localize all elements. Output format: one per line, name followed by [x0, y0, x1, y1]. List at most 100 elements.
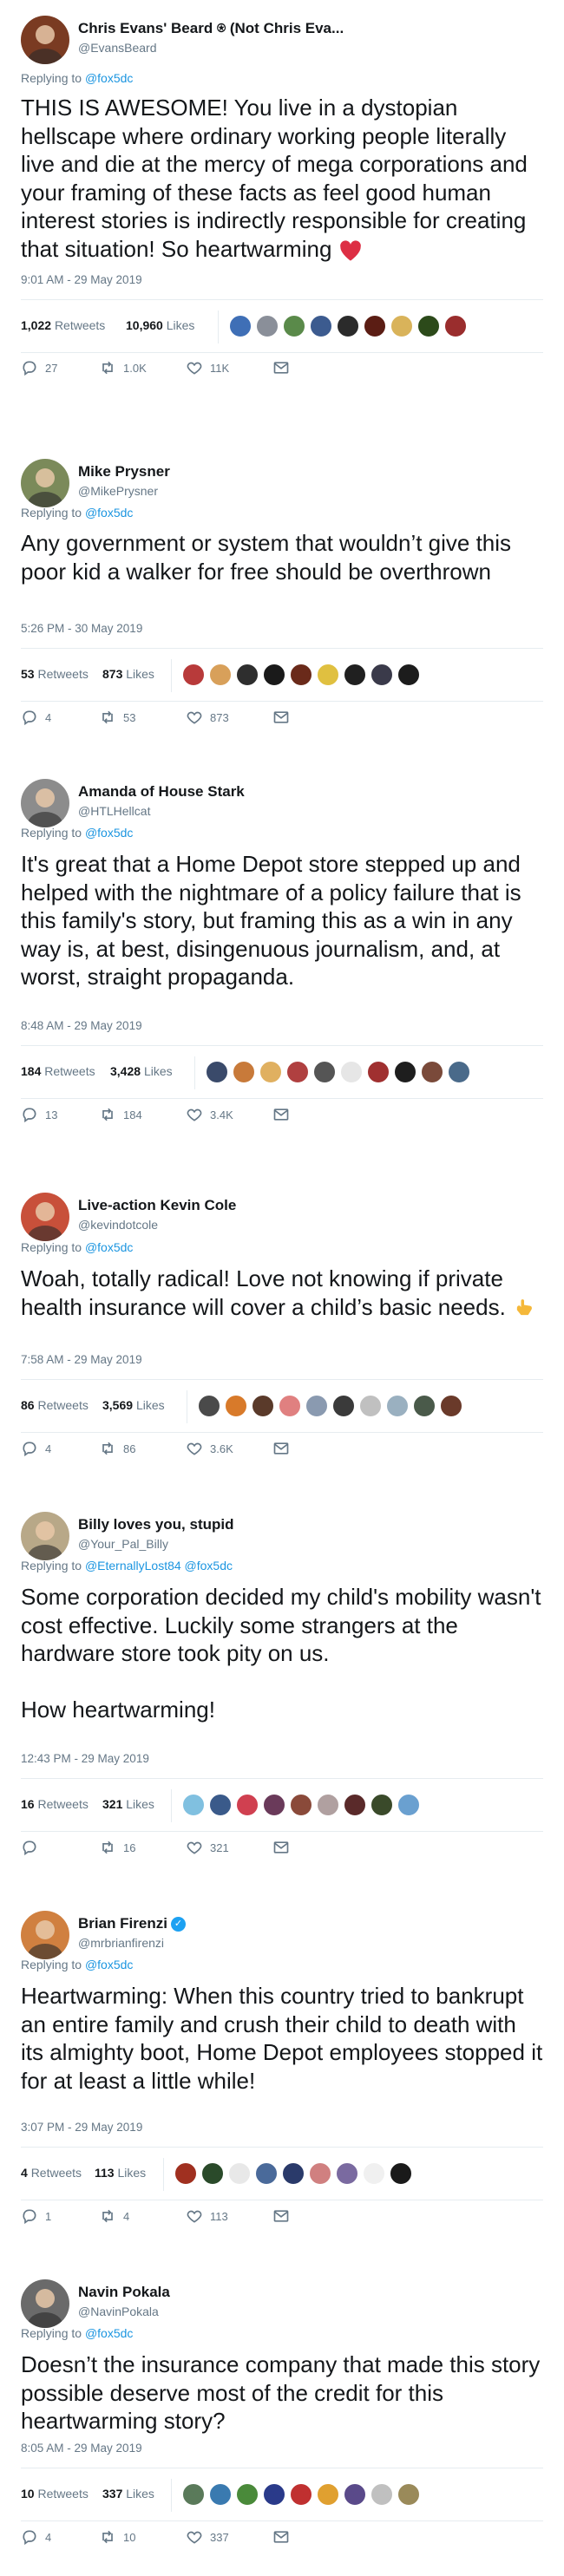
- display-name[interactable]: Live-action Kevin Cole: [78, 1197, 236, 1214]
- retweet-stat[interactable]: 53 Retweets: [21, 667, 89, 681]
- liker-avatar[interactable]: [208, 2482, 233, 2507]
- liker-avatar[interactable]: [259, 1060, 283, 1084]
- liker-avatar[interactable]: [397, 1793, 421, 1817]
- liker-avatar[interactable]: [174, 2161, 198, 2186]
- retweet-button[interactable]: 4: [99, 2207, 129, 2225]
- like-stat[interactable]: 113 Likes: [95, 2166, 146, 2180]
- liker-avatar[interactable]: [232, 1060, 256, 1084]
- reply-to-link[interactable]: @fox5dc: [85, 71, 133, 85]
- like-stat[interactable]: 10,960 Likes: [126, 318, 194, 332]
- liker-avatar[interactable]: [397, 2482, 421, 2507]
- liker-avatar[interactable]: [289, 2482, 313, 2507]
- reply-to-link[interactable]: @fox5dc: [85, 1958, 133, 1971]
- liker-avatar[interactable]: [412, 1394, 436, 1418]
- timestamp[interactable]: 5:26 PM - 30 May 2019: [21, 622, 142, 635]
- retweet-button[interactable]: 184: [99, 1106, 142, 1123]
- username[interactable]: @Your_Pal_Billy: [78, 1537, 233, 1551]
- like-button[interactable]: 113: [186, 2207, 228, 2225]
- retweet-button[interactable]: 86: [99, 1440, 135, 1457]
- avatar[interactable]: [21, 1193, 69, 1241]
- direct-message-button[interactable]: [272, 1440, 290, 1457]
- liker-avatar[interactable]: [370, 1793, 394, 1817]
- liker-avatar[interactable]: [227, 2161, 252, 2186]
- like-stat[interactable]: 321 Likes: [102, 1797, 154, 1811]
- liker-avatar[interactable]: [389, 2161, 413, 2186]
- liker-avatar[interactable]: [224, 1394, 248, 1418]
- timestamp[interactable]: 9:01 AM - 29 May 2019: [21, 273, 142, 286]
- retweet-button[interactable]: 10: [99, 2528, 135, 2546]
- liker-avatar[interactable]: [308, 2161, 332, 2186]
- direct-message-button[interactable]: [272, 1106, 290, 1123]
- direct-message-button[interactable]: [272, 709, 290, 726]
- like-stat[interactable]: 3,569 Likes: [102, 1398, 165, 1412]
- liker-avatar[interactable]: [370, 2482, 394, 2507]
- liker-avatar[interactable]: [278, 1394, 302, 1418]
- retweet-stat[interactable]: 10 Retweets: [21, 2487, 89, 2501]
- liker-avatar[interactable]: [228, 314, 252, 338]
- display-name[interactable]: Brian Firenzi ✓: [78, 1915, 186, 1932]
- liker-avatar[interactable]: [255, 314, 279, 338]
- liker-avatar[interactable]: [282, 314, 306, 338]
- liker-avatar[interactable]: [208, 663, 233, 687]
- liker-avatar[interactable]: [370, 663, 394, 687]
- liker-avatar[interactable]: [385, 1394, 410, 1418]
- avatar[interactable]: [21, 779, 69, 827]
- direct-message-button[interactable]: [272, 359, 290, 376]
- like-button[interactable]: 321: [186, 1839, 229, 1856]
- liker-avatar[interactable]: [197, 1394, 221, 1418]
- avatar[interactable]: [21, 16, 69, 64]
- display-name[interactable]: Navin Pokala: [78, 2284, 170, 2301]
- reply-button[interactable]: 1: [21, 2207, 51, 2225]
- liker-avatar[interactable]: [235, 2482, 259, 2507]
- direct-message-button[interactable]: [272, 1839, 290, 1856]
- liker-avatar[interactable]: [363, 314, 387, 338]
- liker-avatar[interactable]: [420, 1060, 444, 1084]
- liker-avatar[interactable]: [336, 314, 360, 338]
- liker-avatar[interactable]: [262, 2482, 286, 2507]
- liker-avatar[interactable]: [200, 2161, 225, 2186]
- username[interactable]: @mrbrianfirenzi: [78, 1936, 186, 1950]
- liker-avatar[interactable]: [235, 663, 259, 687]
- reply-to-link[interactable]: @fox5dc: [85, 1240, 133, 1254]
- liker-avatar[interactable]: [416, 314, 441, 338]
- liker-avatar[interactable]: [343, 2482, 367, 2507]
- liker-avatar[interactable]: [339, 1060, 364, 1084]
- like-button[interactable]: 873: [186, 709, 229, 726]
- reply-to-link[interactable]: @fox5dc: [185, 1559, 233, 1572]
- liker-avatar[interactable]: [316, 1793, 340, 1817]
- timestamp[interactable]: 7:58 AM - 29 May 2019: [21, 1353, 142, 1366]
- liker-avatar[interactable]: [281, 2161, 305, 2186]
- liker-avatar[interactable]: [390, 314, 414, 338]
- liker-avatar[interactable]: [358, 1394, 383, 1418]
- timestamp[interactable]: 8:48 AM - 29 May 2019: [21, 1019, 142, 1032]
- liker-avatar[interactable]: [181, 1793, 206, 1817]
- liker-avatar[interactable]: [343, 663, 367, 687]
- liker-avatar[interactable]: [262, 1793, 286, 1817]
- retweet-stat[interactable]: 4 Retweets: [21, 2166, 82, 2180]
- avatar[interactable]: [21, 2279, 69, 2328]
- avatar[interactable]: [21, 1911, 69, 1959]
- liker-avatar[interactable]: [205, 1060, 229, 1084]
- display-name[interactable]: Amanda of House Stark: [78, 783, 245, 801]
- retweet-stat[interactable]: 1,022 Retweets: [21, 318, 105, 332]
- display-name[interactable]: Chris Evans' Beard ⍟ (Not Chris Eva...: [78, 20, 344, 37]
- liker-avatar[interactable]: [285, 1060, 310, 1084]
- liker-avatar[interactable]: [366, 1060, 390, 1084]
- username[interactable]: @kevindotcole: [78, 1218, 236, 1232]
- reply-to-link[interactable]: @EternallyLost84: [85, 1559, 181, 1572]
- reply-button[interactable]: 4: [21, 1440, 51, 1457]
- timestamp[interactable]: 12:43 PM - 29 May 2019: [21, 1752, 149, 1765]
- reply-button[interactable]: 4: [21, 709, 51, 726]
- retweet-stat[interactable]: 86 Retweets: [21, 1398, 89, 1412]
- like-button[interactable]: 3.4K: [186, 1106, 233, 1123]
- like-button[interactable]: 337: [186, 2528, 229, 2546]
- avatar[interactable]: [21, 459, 69, 507]
- liker-avatar[interactable]: [362, 2161, 386, 2186]
- liker-avatar[interactable]: [254, 2161, 279, 2186]
- liker-avatar[interactable]: [309, 314, 333, 338]
- timestamp[interactable]: 3:07 PM - 29 May 2019: [21, 2121, 142, 2134]
- liker-avatar[interactable]: [289, 1793, 313, 1817]
- liker-avatar[interactable]: [251, 1394, 275, 1418]
- like-stat[interactable]: 3,428 Likes: [110, 1064, 173, 1078]
- like-button[interactable]: 11K: [186, 359, 229, 376]
